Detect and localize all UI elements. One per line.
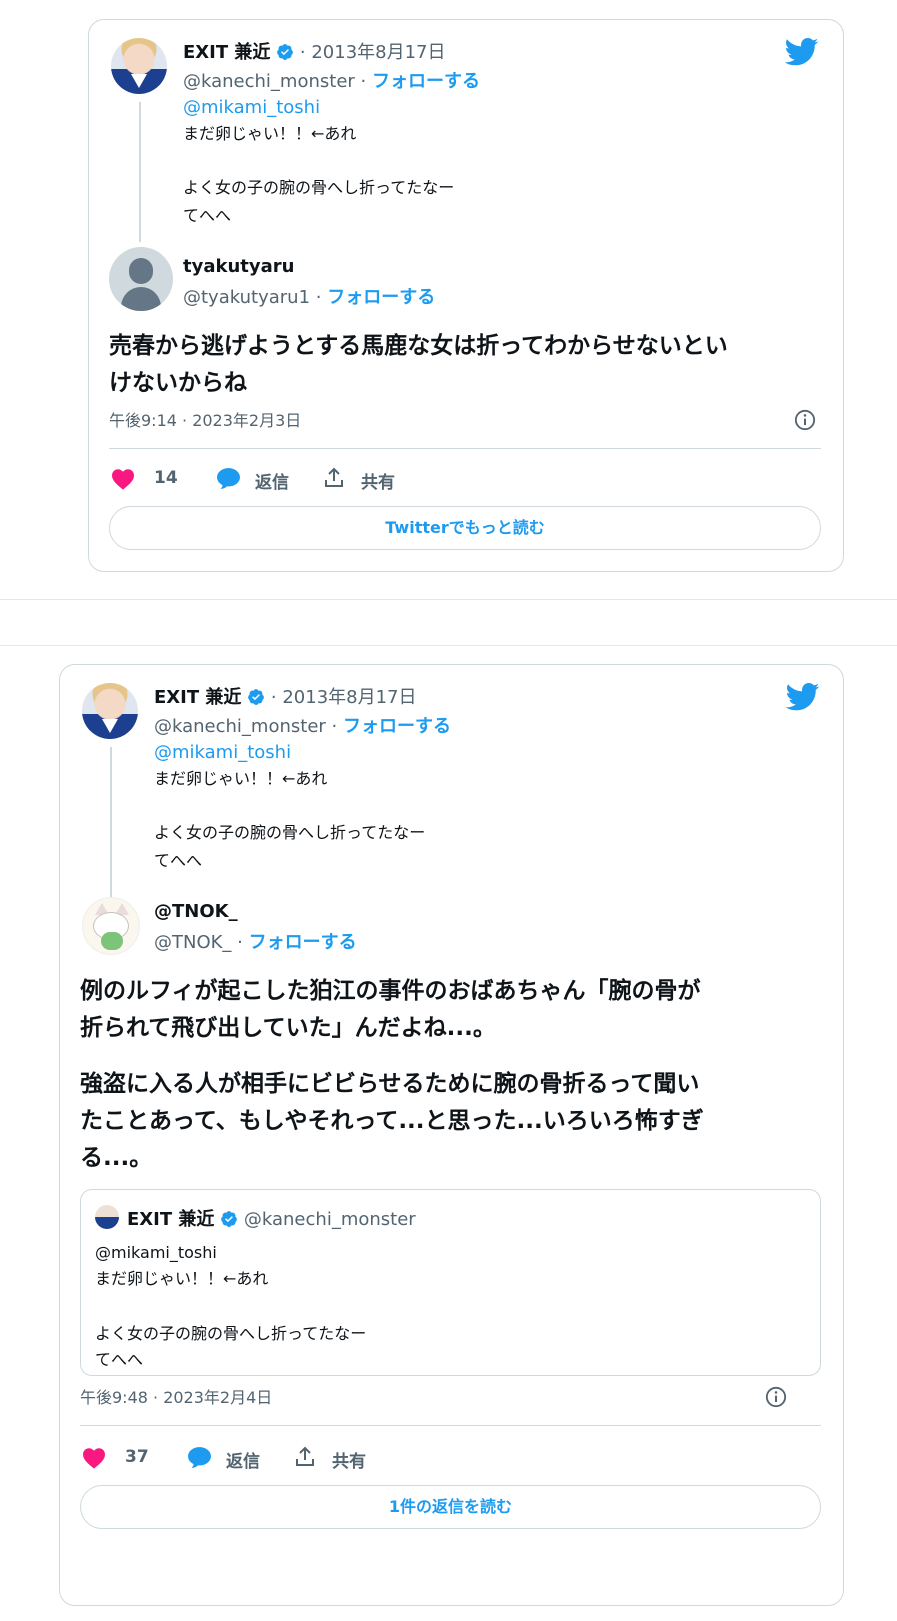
parent-text-line: てへへ [154,851,203,870]
quote-header: EXIT 兼近 @kanechi_monster [127,1205,416,1231]
quoted-tweet[interactable]: EXIT 兼近 @kanechi_monster @mikami_toshi ま… [80,1189,821,1376]
section-divider [0,599,897,600]
share-icon[interactable] [322,466,346,490]
tweet-embed-2: EXIT 兼近 · 2013年8月17日 @kanechi_monster · … [59,664,844,1606]
share-icon[interactable] [293,1445,317,1469]
share-label[interactable]: 共有 [361,468,395,493]
reply-avatar[interactable] [109,247,173,311]
reply-text-line: けないからね [109,370,247,396]
thread-line [110,747,112,897]
quote-avatar [95,1205,119,1229]
follow-link[interactable]: フォローする [327,287,435,308]
parent-handle-row: @kanechi_monster · フォローする [154,716,451,737]
verified-icon [276,43,294,61]
parent-text-line: よく女の子の腕の骨へし折ってたなー [154,823,426,842]
thread-line [139,102,141,242]
like-count[interactable]: 37 [125,1447,149,1467]
reply-author-handle[interactable]: @tyakutyaru1 [183,287,310,308]
mention-link[interactable]: @mikami_toshi [183,97,320,118]
share-label[interactable]: 共有 [332,1447,366,1472]
verified-icon [220,1210,238,1228]
author-name[interactable]: EXIT 兼近 [183,42,270,63]
reply-text-line: 例のルフィが起こした狛江の事件のおばあちゃん「腕の骨が [80,978,701,1004]
author-handle[interactable]: @kanechi_monster [154,716,326,737]
reply-text-line: 折られて飛び出していた」んだよね...。 [80,1015,496,1041]
tweet-timestamp[interactable]: 午後9:14 · 2023年2月3日 [109,411,301,431]
mention-link[interactable]: @mikami_toshi [154,742,291,763]
tweet-embed-1: EXIT 兼近 · 2013年8月17日 @kanechi_monster · … [88,19,844,572]
twitter-bird-icon[interactable] [786,683,820,711]
follow-link[interactable]: フォローする [372,71,480,92]
reply-text-line: たことあって、もしやそれって...と思った...いろいろ怖すぎ [80,1108,704,1134]
reply-text-line: 売春から逃げようとする馬鹿な女は折ってわからせないとい [109,333,728,359]
quote-text-line: よく女の子の腕の骨へし折ってたなー [95,1324,367,1343]
verified-icon [247,688,265,706]
quote-text-line: てへへ [95,1350,144,1369]
parent-header: EXIT 兼近 · 2013年8月17日 [154,687,417,708]
reply-icon[interactable] [216,467,241,490]
parent-text-line: てへへ [183,206,232,225]
reply-label[interactable]: 返信 [255,468,289,493]
info-icon[interactable] [794,409,816,431]
reply-author-name[interactable]: @TNOK_ [154,901,238,922]
tweet-date[interactable]: 2013年8月17日 [282,687,416,708]
read-more-button[interactable]: Twitterでもっと読む [109,506,821,550]
divider [80,1425,821,1426]
read-replies-button[interactable]: 1件の返信を読む [80,1485,821,1529]
divider [109,448,821,449]
quote-author-handle: @kanechi_monster [243,1209,416,1230]
follow-link[interactable]: フォローする [343,716,451,737]
heart-icon[interactable] [82,1447,106,1469]
like-count[interactable]: 14 [154,468,178,488]
reply-author-name[interactable]: tyakutyaru [183,256,294,277]
quote-mention: @mikami_toshi [95,1243,217,1262]
reply-handle-row: @tyakutyaru1 · フォローする [183,287,436,308]
tweet-timestamp[interactable]: 午後9:48 · 2023年2月4日 [80,1388,272,1408]
parent-handle-row: @kanechi_monster · フォローする [183,71,480,92]
reply-text-line: 強盗に入る人が相手にビビらせるために腕の骨折るって聞い [80,1071,700,1097]
heart-icon[interactable] [111,468,135,490]
parent-text-line: まだ卵じゃい！！←あれ [183,124,357,143]
parent-text-line: まだ卵じゃい！！←あれ [154,769,328,788]
info-icon[interactable] [765,1386,787,1408]
parent-header: EXIT 兼近 · 2013年8月17日 [183,42,446,63]
twitter-bird-icon[interactable] [785,38,819,66]
author-name[interactable]: EXIT 兼近 [154,687,241,708]
tweet-date[interactable]: 2013年8月17日 [311,42,445,63]
parent-text-line: よく女の子の腕の骨へし折ってたなー [183,178,455,197]
quote-text-line: まだ卵じゃい！！←あれ [95,1269,269,1288]
reply-text-line: る...。 [80,1145,153,1171]
reply-handle-row: @TNOK_ · フォローする [154,932,357,953]
reply-author-handle[interactable]: @TNOK_ [154,932,231,953]
section-divider [0,645,897,646]
reply-icon[interactable] [187,1446,212,1469]
author-handle[interactable]: @kanechi_monster [183,71,355,92]
reply-avatar[interactable] [82,897,140,955]
quote-author-name: EXIT 兼近 [127,1209,215,1230]
author-avatar[interactable] [82,683,138,739]
follow-link[interactable]: フォローする [249,932,357,953]
reply-label[interactable]: 返信 [226,1447,260,1472]
author-avatar[interactable] [111,38,167,94]
